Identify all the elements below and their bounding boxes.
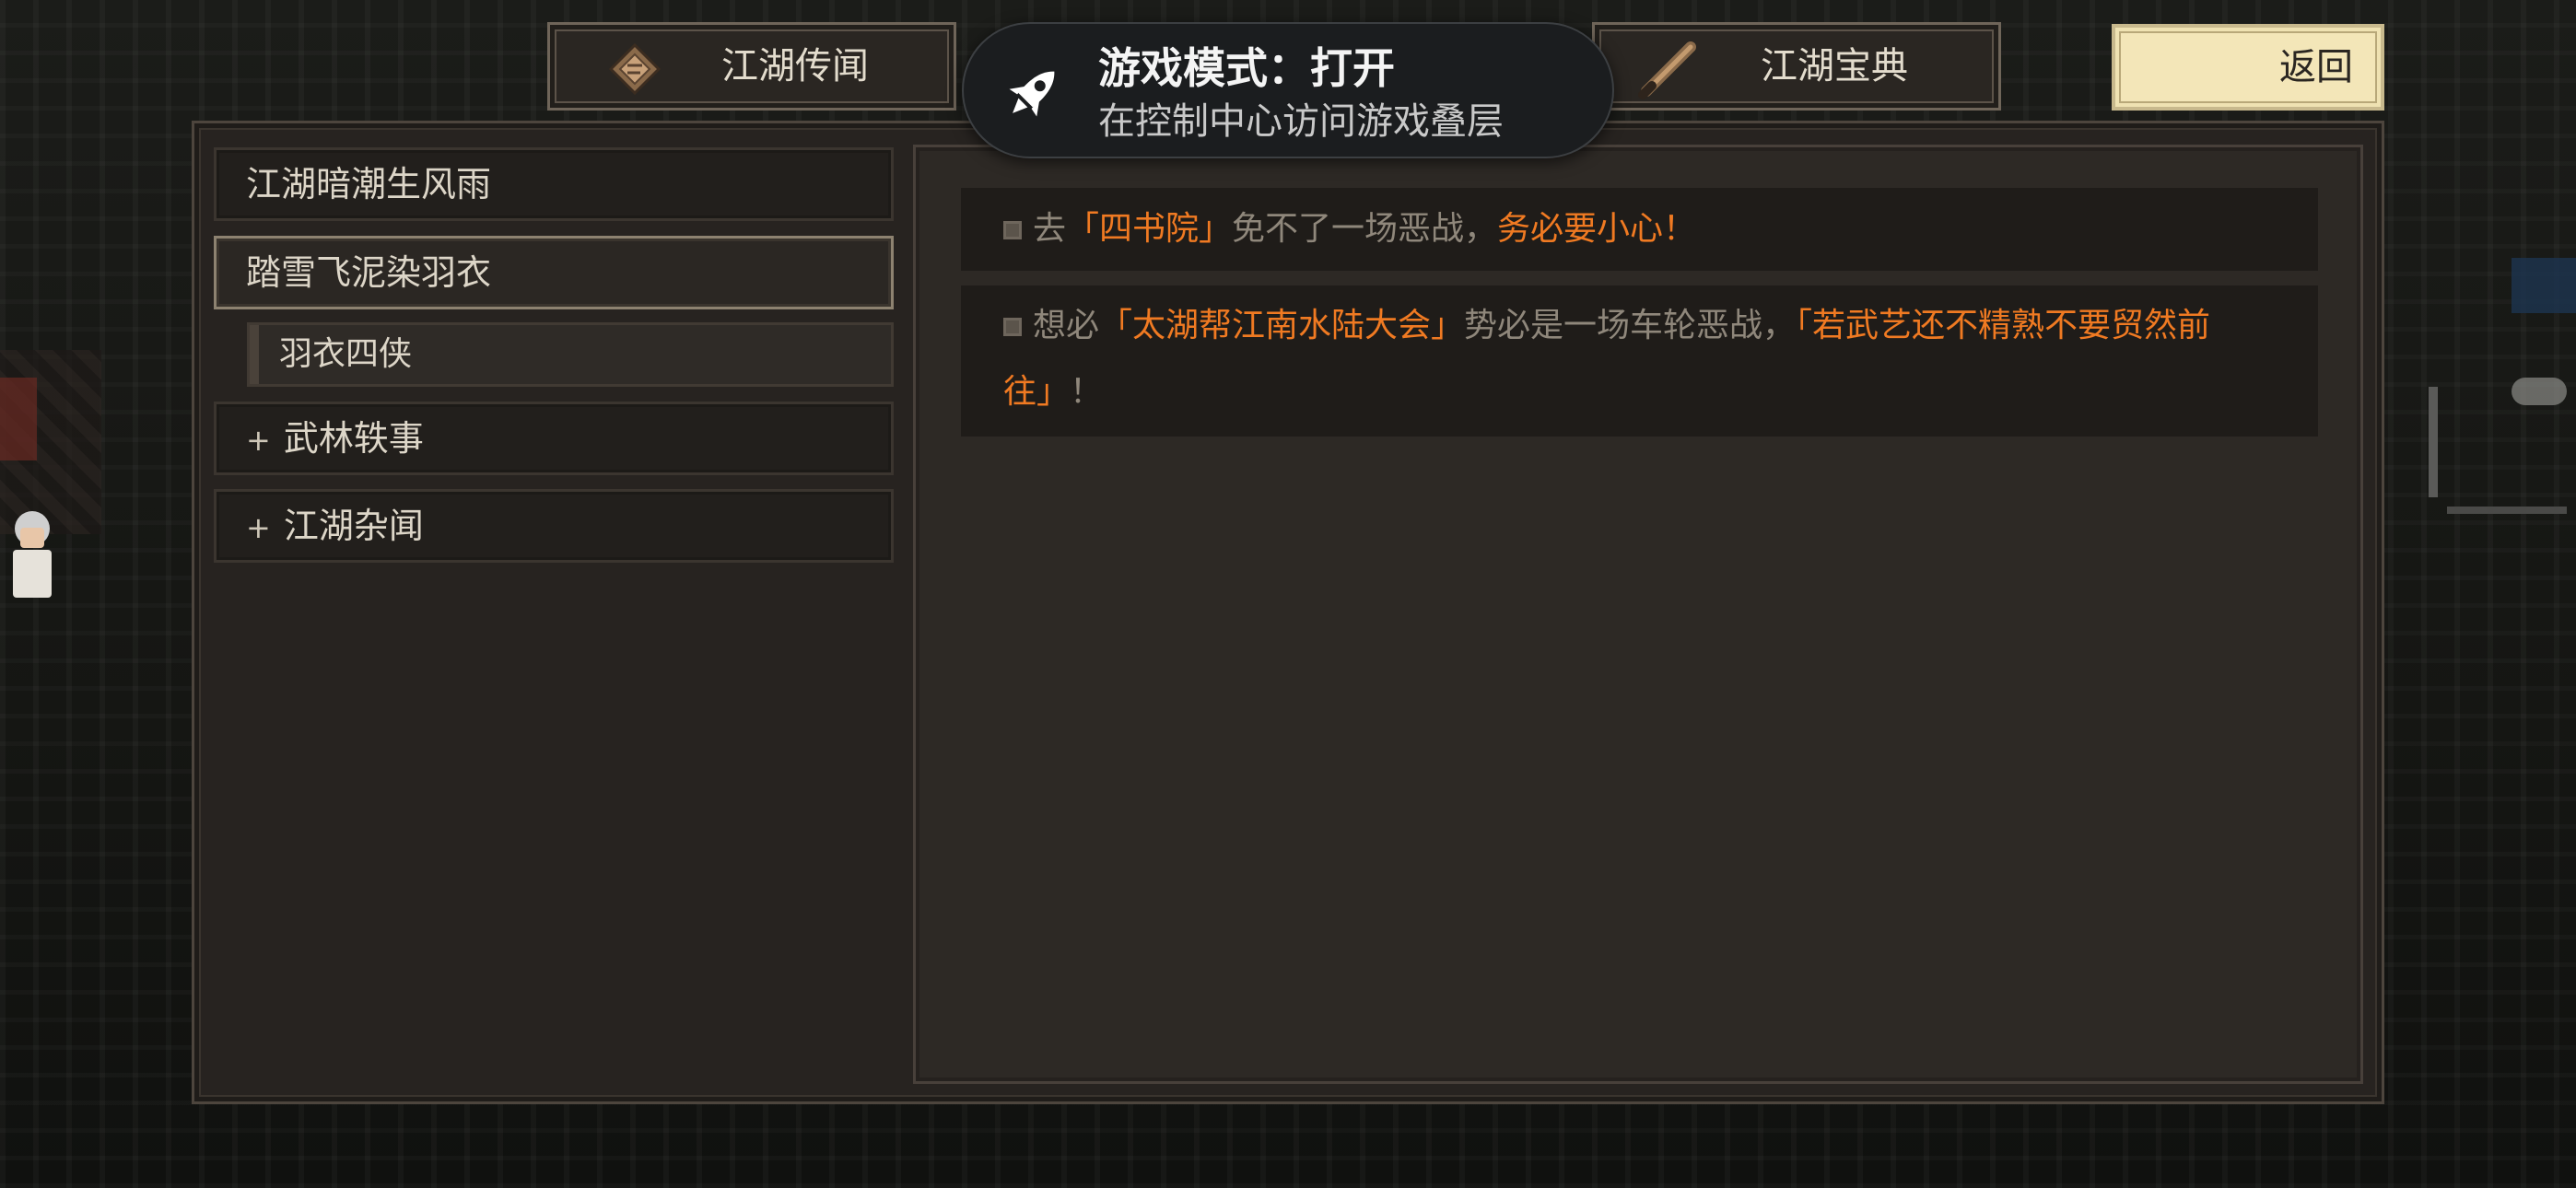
game-screen: 江湖暗潮生风雨 踏雪飞泥染羽衣 羽衣四侠 + 武林轶事 + 江湖杂闻 去「四书院」免…: [0, 0, 2576, 1188]
tab-label: 江湖传闻: [721, 45, 869, 87]
tab-label: 江湖宝典: [1761, 45, 1908, 87]
entry-part: ！: [1070, 373, 1104, 411]
entry-part: 想必: [1033, 307, 1100, 344]
brush-icon: [1638, 41, 1696, 99]
rocket-icon: [1009, 71, 1055, 117]
entry-part: 免不了一场恶战，: [1232, 210, 1498, 248]
entry-highlight: 「四书院」: [1066, 210, 1233, 248]
tab-jianghu-handbook[interactable]: 江湖宝典: [1592, 22, 2001, 111]
back-button[interactable]: 返回: [2112, 24, 2384, 111]
bullet-square-icon: [1003, 221, 1022, 239]
toast-subtitle: 在控制中心访问游戏叠层: [1098, 100, 1504, 143]
sidebar-subitem-label: 羽衣四侠: [279, 335, 413, 373]
journal-entry: 去「四书院」免不了一场恶战，务必要小心！: [961, 188, 2318, 271]
sidebar-item-misc-news[interactable]: + 江湖杂闻: [214, 489, 894, 563]
background-banner: [0, 378, 37, 460]
sidebar-item-label: 江湖暗潮生风雨: [246, 164, 492, 204]
tab-jianghu-rumors[interactable]: 江湖传闻: [547, 22, 956, 111]
sidebar-item-snow-feather[interactable]: 踏雪飞泥染羽衣: [214, 236, 894, 309]
toast-title: 游戏模式：打开: [1098, 43, 1395, 93]
entry-highlight: 「太湖帮江南水陆大会」: [1099, 307, 1465, 344]
entry-highlight: 务必要小心！: [1497, 210, 1697, 248]
expand-icon: +: [246, 510, 271, 545]
bullet-square-icon: [1003, 318, 1022, 336]
sidebar-item-martial-anecdotes[interactable]: + 武林轶事: [214, 402, 894, 475]
sidebar-item-label: 江湖杂闻: [283, 506, 424, 546]
background-npc-sprite: [7, 511, 57, 603]
scroll-icon: [608, 42, 662, 96]
background-furniture: [2392, 368, 2576, 534]
background-window: [2512, 258, 2576, 313]
back-button-label: 返回: [2279, 46, 2353, 88]
sidebar-item-label: 武林轶事: [283, 418, 424, 459]
entry-part: 势必是一场车轮恶战，: [1464, 307, 1797, 344]
journal-entry: 想必「太湖帮江南水陆大会」势必是一场车轮恶战，「若武艺还不精熟不要贸然前往」！: [961, 285, 2318, 437]
sidebar-subitem-four-heroes[interactable]: 羽衣四侠: [247, 322, 894, 387]
sidebar-item-label: 踏雪飞泥染羽衣: [246, 252, 492, 293]
sidebar-item-jianghu-turmoil[interactable]: 江湖暗潮生风雨: [214, 147, 894, 221]
expand-icon: +: [246, 423, 271, 458]
entry-part: 去: [1033, 210, 1067, 248]
game-mode-toast: 游戏模式：打开 在控制中心访问游戏叠层: [962, 22, 1614, 158]
